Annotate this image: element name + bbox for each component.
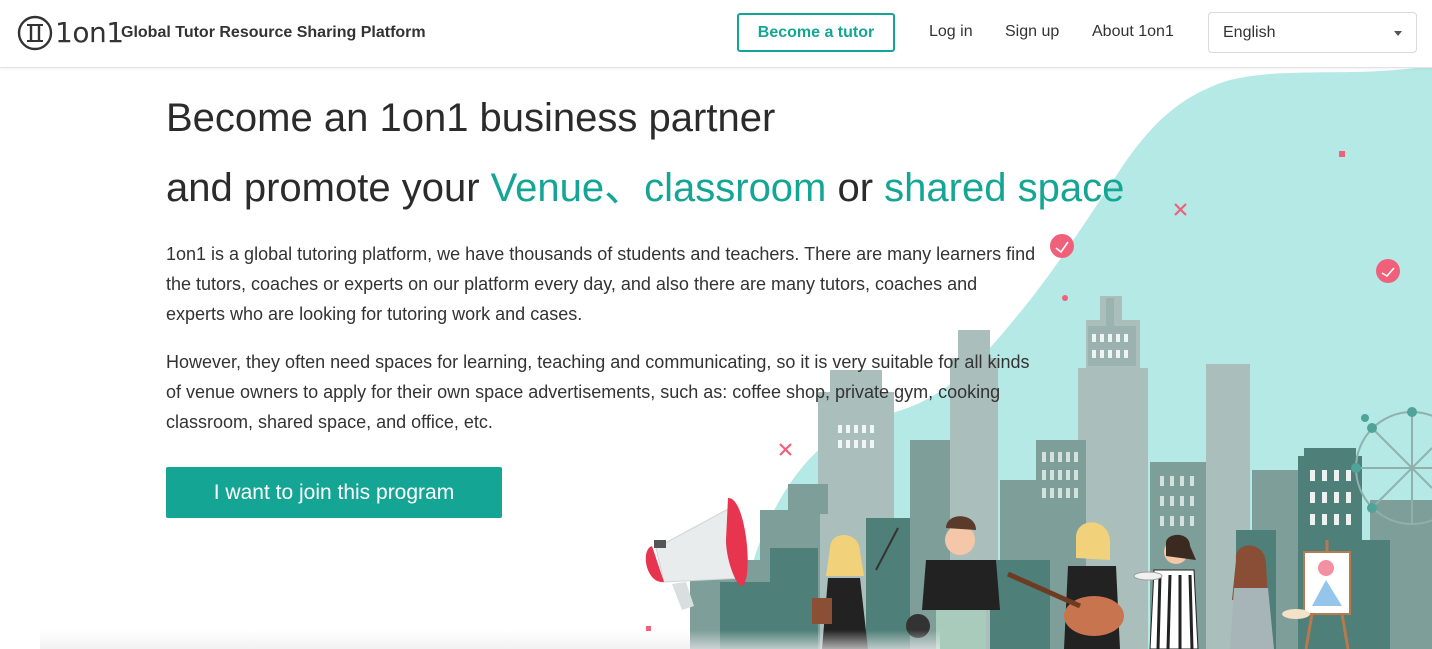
become-tutor-button[interactable]: Become a tutor <box>737 13 895 52</box>
top-nav-bar: 1on1 Global Tutor Resource Sharing Platf… <box>0 0 1432 68</box>
headline-conjunction: or <box>826 166 885 210</box>
headline-prefix: and promote your <box>166 166 491 210</box>
site-tagline: Global Tutor Resource Sharing Platform <box>121 24 426 41</box>
login-link[interactable]: Log in <box>929 22 973 42</box>
chevron-down-icon <box>1394 31 1402 36</box>
highlight-separator: 、 <box>604 166 645 210</box>
hero-headline-line2: and promote your Venue、classroom or shar… <box>166 162 1124 214</box>
highlight-classroom: classroom <box>644 166 827 210</box>
join-program-button[interactable]: I want to join this program <box>166 467 502 518</box>
hero-headline-line1: Become an 1on1 business partner <box>166 96 776 140</box>
logo[interactable]: 1on1 <box>17 15 124 51</box>
logo-text: 1on1 <box>55 16 124 49</box>
bottom-shadow <box>40 630 940 649</box>
page: 1on1 Global Tutor Resource Sharing Platf… <box>0 0 1432 649</box>
highlight-venue: Venue <box>490 166 605 210</box>
about-link[interactable]: About 1on1 <box>1092 22 1174 42</box>
highlight-shared-space: shared space <box>884 166 1125 210</box>
intro-paragraph: 1on1 is a global tutoring platform, we h… <box>166 244 1036 324</box>
language-select[interactable]: English <box>1208 12 1417 53</box>
language-selected-value: English <box>1223 24 1276 41</box>
signup-link[interactable]: Sign up <box>1005 22 1059 42</box>
1on1-logo-icon <box>17 15 53 51</box>
venue-paragraph: However, they often need spaces for lear… <box>166 352 1030 432</box>
